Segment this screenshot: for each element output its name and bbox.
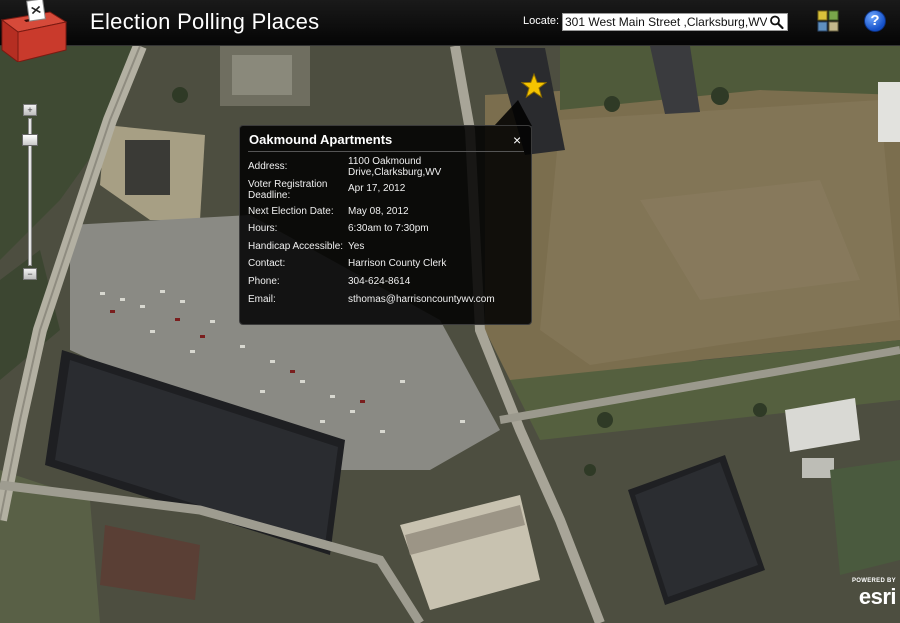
popup-divider	[248, 151, 524, 152]
close-icon[interactable]: ×	[513, 132, 521, 148]
locate-address-input[interactable]	[562, 13, 788, 31]
zoom-slider-handle[interactable]	[22, 134, 38, 146]
popup-label: Hours:	[248, 223, 278, 234]
ballot-box-icon	[0, 0, 70, 63]
popup-value: Harrison County Clerk	[348, 258, 447, 269]
esri-brand: esri	[858, 584, 897, 609]
zoom-out-button[interactable]: −	[23, 268, 37, 280]
popup-label: Contact:	[248, 258, 286, 269]
popup-label: Email:	[248, 294, 276, 305]
app-title: Election Polling Places	[90, 9, 320, 34]
polling-place-star-icon[interactable]	[521, 73, 547, 99]
zoom-slider[interactable]: + −	[21, 104, 39, 280]
popup-value: 304-624-8614	[348, 276, 411, 287]
popup-label: Phone:	[248, 276, 280, 287]
popup-value: May 08, 2012	[348, 206, 409, 217]
magnifier-icon[interactable]	[768, 14, 786, 30]
popup-value: Apr 17, 2012	[348, 183, 406, 194]
popup-email-link[interactable]: sthomas@harrisoncountywv.com	[348, 294, 518, 305]
popup-label: Address:	[248, 161, 288, 172]
basemap-gallery-icon[interactable]	[817, 10, 839, 32]
esri-logo[interactable]: POWERED BY esri	[834, 578, 897, 618]
popup-value: 6:30am to 7:30pm	[348, 223, 429, 234]
help-icon[interactable]: ?	[864, 10, 886, 32]
app-header: Election Polling Places Locate: ?	[0, 0, 900, 46]
app-window: Election Polling Places Locate: ?	[0, 0, 900, 623]
popup-label: Next Election Date:	[248, 206, 334, 217]
popup-value: Yes	[348, 241, 365, 252]
popup-label: Voter Registration Deadline:	[248, 179, 328, 201]
info-popup: Oakmound Apartments × Address: 1100 Oakm…	[239, 125, 532, 325]
zoom-in-button[interactable]: +	[23, 104, 37, 116]
popup-value: 1100 Oakmound Drive,Clarksburg,WV	[348, 156, 442, 178]
popup-label: Handicap Accessible:	[248, 241, 344, 252]
popup-title: Oakmound Apartments	[249, 132, 393, 147]
locate-label: Locate:	[523, 15, 560, 27]
